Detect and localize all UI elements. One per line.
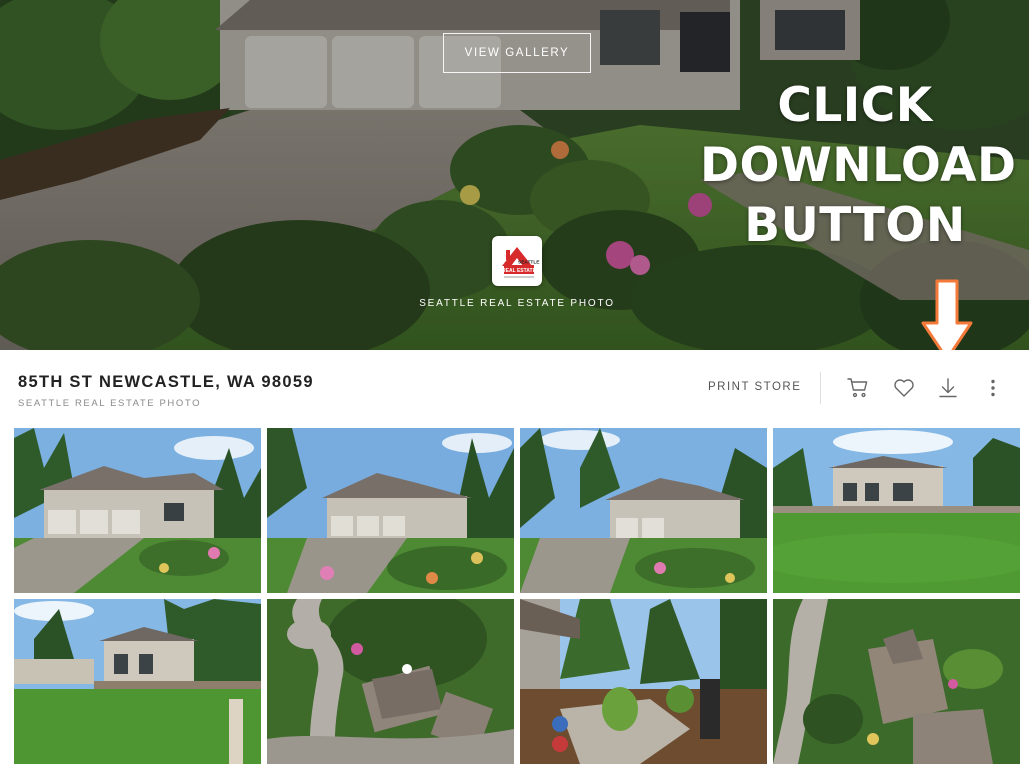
logo-text-bottom: REAL ESTATE [502, 268, 537, 274]
house-logo-icon: SEATTLE REAL ESTATE [502, 247, 540, 278]
photo-thumbnail[interactable] [267, 428, 514, 593]
more-vertical-icon[interactable] [981, 376, 1005, 400]
cart-icon[interactable] [846, 376, 870, 400]
photo-thumbnail[interactable] [14, 428, 261, 593]
download-icon[interactable] [936, 376, 960, 400]
annotation-line: BUTTON [744, 198, 966, 253]
photo-thumbnail[interactable] [773, 428, 1020, 593]
heart-icon[interactable] [892, 376, 916, 400]
gallery-subtitle: SEATTLE REAL ESTATE PHOTO [18, 398, 202, 409]
divider [820, 372, 821, 404]
gallery-header: 85TH ST NEWCASTLE, WA 98059 SEATTLE REAL… [0, 350, 1029, 426]
view-gallery-button[interactable]: VIEW GALLERY [443, 33, 591, 73]
photo-thumbnail[interactable] [267, 599, 514, 764]
photo-grid [14, 428, 1020, 769]
photo-thumbnail[interactable] [773, 599, 1020, 764]
photo-thumbnail[interactable] [520, 599, 767, 764]
logo-text-top: SEATTLE [518, 260, 540, 266]
print-store-button[interactable]: PRINT STORE [708, 381, 801, 393]
gallery-title: 85TH ST NEWCASTLE, WA 98059 [18, 373, 314, 391]
annotation-line: CLICK [777, 78, 933, 133]
hero-cover-image: VIEW GALLERY CLICK DOWNLOAD BUTTON SEATT… [0, 0, 1029, 350]
brand-logo[interactable]: SEATTLE REAL ESTATE [492, 236, 542, 286]
brand-caption: SEATTLE REAL ESTATE PHOTO [419, 298, 615, 309]
photo-thumbnail[interactable] [14, 599, 261, 764]
annotation-text: CLICK DOWNLOAD BUTTON [700, 76, 1017, 256]
annotation-line: DOWNLOAD [700, 138, 1017, 193]
arrow-down-annotation-icon [921, 279, 973, 350]
photo-thumbnail[interactable] [520, 428, 767, 593]
